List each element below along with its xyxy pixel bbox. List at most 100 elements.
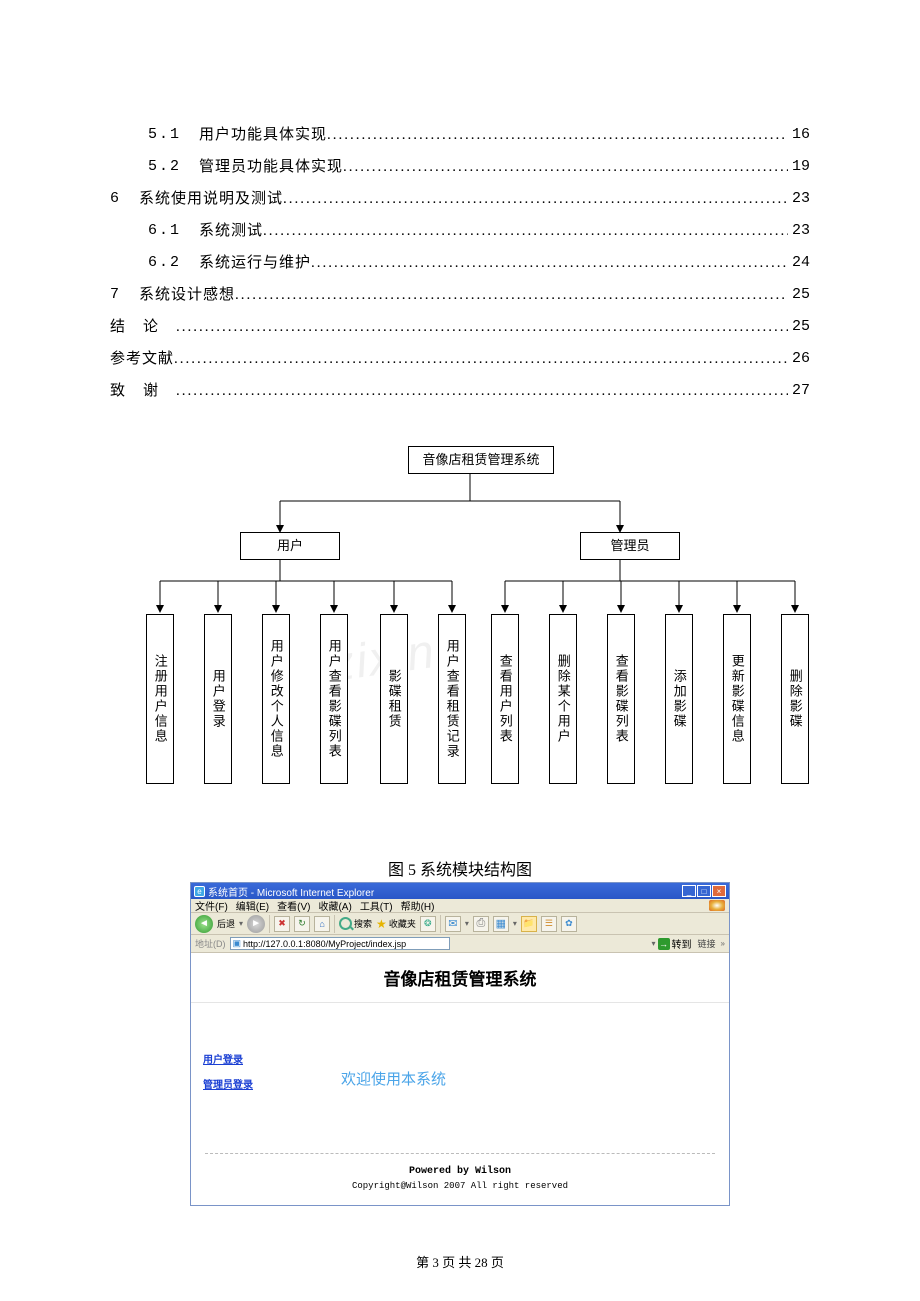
browser-screenshot: e 系统首页 - Microsoft Internet Explorer _ □… [190, 882, 730, 1206]
toc-page: 16 [792, 120, 810, 150]
toc-leader [343, 152, 788, 182]
menu-bar: 文件(F) 编辑(E) 查看(V) 收藏(A) 工具(T) 帮助(H) [191, 899, 729, 913]
toc-title: 系统测试 [199, 216, 263, 246]
figure-caption: 图 5 系统模块结构图 [110, 856, 810, 880]
admin-login-link[interactable]: 管理员登录 [203, 1076, 281, 1091]
toc-page: 25 [792, 312, 810, 342]
refresh-button[interactable]: ↻ [294, 916, 310, 932]
stop-button[interactable]: ✖ [274, 916, 290, 932]
toc-title: 参考文献 [110, 344, 174, 374]
toc-title: 系统设计感想 [139, 280, 235, 310]
star-icon: ★ [376, 917, 387, 931]
user-login-link[interactable]: 用户登录 [203, 1051, 281, 1066]
toc-row: 5.2 管理员功能具体实现 19 [110, 152, 810, 182]
toc-row: 结论 25 [110, 312, 810, 342]
toc-title: 结论 [110, 312, 176, 342]
toc-page: 19 [792, 152, 810, 182]
toc-page: 26 [792, 344, 810, 374]
diagram-leaf: 删除某个用户 [549, 614, 577, 784]
page-icon: ▣ [233, 938, 242, 949]
diagram-leaf: 更新影碟信息 [723, 614, 751, 784]
diagram-leaf: 用户查看租赁记录 [438, 614, 466, 784]
window-title: 系统首页 - Microsoft Internet Explorer [208, 884, 374, 899]
maximize-button[interactable]: □ [697, 885, 711, 897]
table-of-contents: 5.1 用户功能具体实现 16 5.2 管理员功能具体实现 19 6 系统使用说… [110, 120, 810, 406]
toc-row: 6.2 系统运行与维护 24 [110, 248, 810, 278]
toolbar-separator [334, 915, 335, 933]
address-value: http://127.0.0.1:8080/MyProject/index.js… [243, 939, 406, 949]
discuss-icon[interactable]: ☰ [541, 916, 557, 932]
home-button[interactable]: ⌂ [314, 916, 330, 932]
diagram-leaf: 影碟租赁 [380, 614, 408, 784]
address-label: 地址(D) [195, 937, 226, 950]
toolbar-separator [440, 915, 441, 933]
search-label: 搜索 [354, 917, 372, 930]
toc-number: 6.1 [148, 216, 181, 246]
print-button[interactable]: ⎙ [473, 916, 489, 932]
toc-row: 参考文献 26 [110, 344, 810, 374]
toc-row: 7 系统设计感想 25 [110, 280, 810, 310]
favorites-label: 收藏夹 [389, 917, 416, 930]
msn-icon[interactable]: ✿ [561, 916, 577, 932]
toc-page: 24 [792, 248, 810, 278]
toc-number: 5.2 [148, 152, 181, 182]
module-structure-diagram: zixin [110, 446, 810, 816]
windows-flag-icon [709, 900, 725, 911]
diagram-admin-box: 管理员 [580, 532, 680, 560]
diagram-leaf: 添加影碟 [665, 614, 693, 784]
toc-leader [174, 344, 788, 374]
back-button[interactable]: ◄ [195, 915, 213, 933]
site-title: 音像店租赁管理系统 [191, 953, 729, 1003]
window-titlebar: e 系统首页 - Microsoft Internet Explorer _ □… [191, 883, 729, 899]
menu-favorites[interactable]: 收藏(A) [318, 898, 351, 913]
toc-leader [235, 280, 788, 310]
links-label: 链接 [698, 937, 716, 950]
menu-edit[interactable]: 编辑(E) [236, 898, 269, 913]
edit-button[interactable]: ▦ [493, 916, 509, 932]
close-button[interactable]: × [712, 885, 726, 897]
toc-title: 致谢 [110, 376, 176, 406]
toc-title: 系统使用说明及测试 [139, 184, 283, 214]
page-number: 第 3 页 共 28 页 [0, 1252, 920, 1271]
diagram-leaf: 用户修改个人信息 [262, 614, 290, 784]
toolbar-separator [269, 915, 270, 933]
go-button[interactable]: → [658, 938, 670, 950]
menu-view[interactable]: 查看(V) [277, 898, 310, 913]
toc-leader [311, 248, 788, 278]
toolbar: ◄ 后退 ▾ ► ✖ ↻ ⌂ 搜索 ★收藏夹 ❂ ✉ ▾ ⎙ ▦ ▾ 📁 ☰ ✿ [191, 913, 729, 935]
toc-title: 管理员功能具体实现 [199, 152, 343, 182]
toc-title: 用户功能具体实现 [199, 120, 327, 150]
toc-row: 致谢 27 [110, 376, 810, 406]
toc-row: 6.1 系统测试 23 [110, 216, 810, 246]
favorites-button[interactable]: ★收藏夹 [376, 917, 416, 931]
menu-tools[interactable]: 工具(T) [360, 898, 393, 913]
toc-page: 23 [792, 184, 810, 214]
toc-leader [176, 376, 788, 406]
diagram-user-box: 用户 [240, 532, 340, 560]
diagram-leaf: 用户查看影碟列表 [320, 614, 348, 784]
toc-row: 6 系统使用说明及测试 23 [110, 184, 810, 214]
toc-number: 6 [110, 184, 121, 214]
menu-help[interactable]: 帮助(H) [401, 898, 435, 913]
go-label: 转到 [672, 936, 692, 951]
diagram-leaf: 查看影碟列表 [607, 614, 635, 784]
diagram-leaf: 用户登录 [204, 614, 232, 784]
toc-title: 系统运行与维护 [199, 248, 311, 278]
forward-button[interactable]: ► [247, 915, 265, 933]
copyright: Copyright@Wilson 2007 All right reserved [191, 1181, 729, 1205]
minimize-button[interactable]: _ [682, 885, 696, 897]
toc-number: 5.1 [148, 120, 181, 150]
toc-leader [263, 216, 788, 246]
history-button[interactable]: ❂ [420, 916, 436, 932]
toc-number: 6.2 [148, 248, 181, 278]
left-nav: 用户登录 管理员登录 [191, 1003, 281, 1153]
page-content: 音像店租赁管理系统 用户登录 管理员登录 欢迎使用本系统 Powered by … [191, 953, 729, 1205]
folder-icon[interactable]: 📁 [521, 916, 537, 932]
toc-page: 27 [792, 376, 810, 406]
address-input[interactable]: ▣ http://127.0.0.1:8080/MyProject/index.… [230, 937, 450, 950]
search-button[interactable]: 搜索 [339, 917, 372, 930]
menu-file[interactable]: 文件(F) [195, 898, 228, 913]
diagram-root-box: 音像店租赁管理系统 [408, 446, 554, 474]
toc-number: 7 [110, 280, 121, 310]
mail-button[interactable]: ✉ [445, 916, 461, 932]
